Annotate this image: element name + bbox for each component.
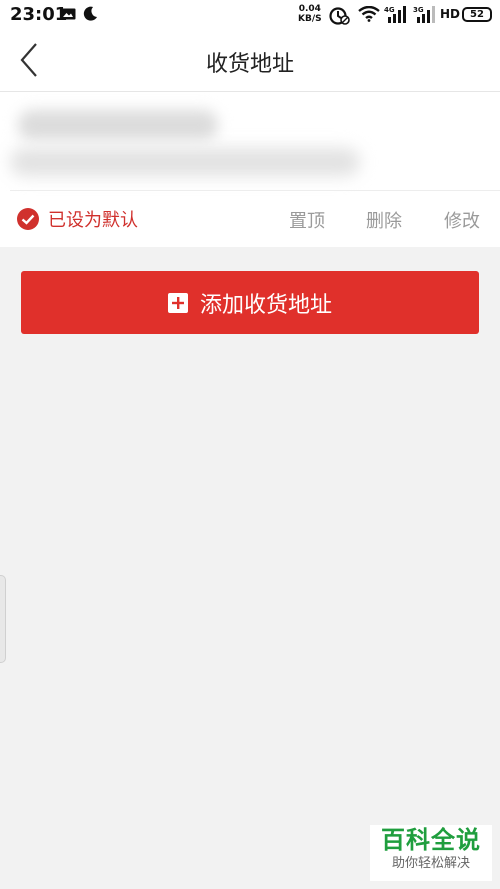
check-circle-icon [17, 208, 39, 230]
svg-text:3G: 3G [413, 6, 424, 14]
pin-button[interactable]: 置顶 [289, 207, 325, 233]
edit-button[interactable]: 修改 [444, 207, 480, 233]
status-time: 23:01 [10, 4, 68, 25]
net-speed-value: 0.04 [298, 4, 321, 14]
side-drag-handle[interactable] [0, 575, 6, 663]
watermark-sub: 助你轻松解决 [391, 856, 470, 871]
address-card[interactable]: 已设为默认 置顶 删除 修改 [0, 92, 500, 247]
address-name-blurred [18, 110, 218, 140]
delete-button[interactable]: 删除 [366, 207, 402, 233]
signal-4g-icon: 4G [384, 6, 406, 23]
default-status: 已设为默认 [16, 206, 138, 232]
hd-indicator: HD [440, 7, 461, 21]
add-address-label: 添加收货地址 [199, 292, 332, 318]
watermark-main: 百科全说 [381, 826, 481, 854]
page-title: 收货地址 [205, 52, 294, 77]
wifi-icon [358, 6, 380, 22]
net-speed-unit: KB/S [298, 14, 322, 24]
signal-3g-icon: 3G [413, 6, 435, 23]
divider [10, 190, 500, 191]
address-detail-blurred [10, 148, 360, 176]
default-label: 已设为默认 [48, 210, 138, 231]
net-speed: 0.04 KB/S [298, 4, 322, 24]
svg-text:4G: 4G [384, 6, 395, 14]
mail-icon [60, 8, 76, 20]
watermark-logo: 百科全说 助你轻松解决 [370, 825, 492, 881]
moon-icon [83, 6, 97, 21]
add-address-button[interactable]: 添加收货地址 [21, 271, 479, 334]
alarm-icon [329, 7, 350, 25]
plus-icon [167, 292, 188, 313]
status-bar: 23:01 0.04 KB/S 4G 3G HD 52 [0, 0, 500, 30]
battery-icon: 52 [462, 7, 492, 22]
header: 收货地址 [0, 30, 500, 92]
